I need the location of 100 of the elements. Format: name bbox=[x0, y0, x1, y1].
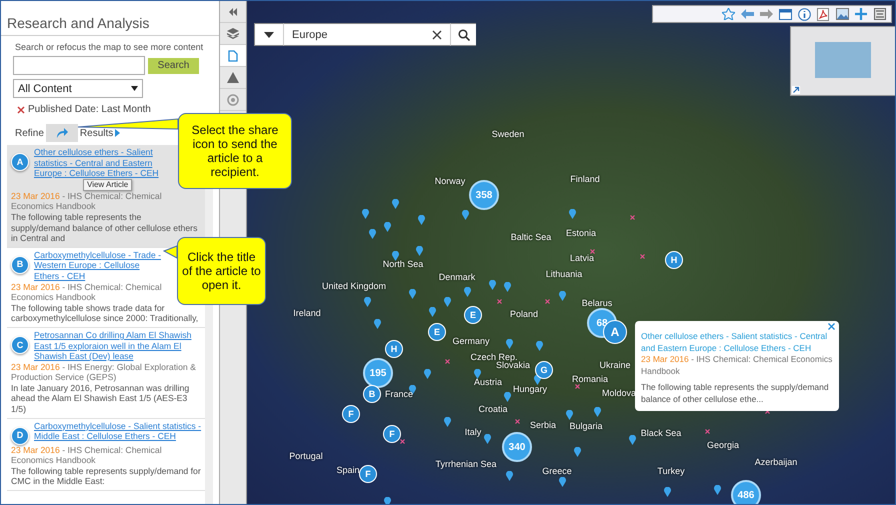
layers-icon bbox=[227, 28, 239, 39]
map-pin[interactable]: B bbox=[363, 385, 381, 403]
map-label: Czech Rep. bbox=[470, 352, 518, 362]
active-filter: Published Date: Last Month bbox=[28, 104, 151, 115]
map-label: Lithuania bbox=[546, 269, 582, 279]
target-icon bbox=[227, 94, 239, 106]
overview-button[interactable] bbox=[872, 6, 888, 22]
map-label: Croatia bbox=[478, 404, 508, 414]
article-source: 23 Mar 2016 - IHS Energy: Global Exploration & Production Service (GEPS) bbox=[11, 362, 197, 383]
close-button[interactable] bbox=[828, 323, 835, 330]
map-label: Baltic Sea bbox=[510, 232, 552, 242]
map-label: Slovakia bbox=[496, 360, 530, 370]
cross-mark-icon bbox=[704, 428, 710, 434]
cross-mark-icon bbox=[630, 214, 634, 220]
tooltip: View Article bbox=[83, 178, 132, 191]
remove-icon[interactable] bbox=[17, 106, 25, 114]
map-label: Romania bbox=[572, 374, 608, 384]
dropdown-button[interactable] bbox=[254, 23, 284, 46]
cross-mark-icon bbox=[444, 358, 450, 364]
clear-button[interactable] bbox=[424, 23, 450, 46]
map-label: Black Sea bbox=[640, 428, 682, 438]
panel-title: Research and Analysis bbox=[1, 15, 219, 36]
search-icon bbox=[458, 28, 470, 40]
document-icon bbox=[228, 50, 238, 62]
callout-pointer bbox=[163, 245, 178, 259]
add-button[interactable] bbox=[853, 6, 869, 22]
map-pin[interactable]: G bbox=[535, 361, 553, 379]
back-button[interactable] bbox=[739, 6, 755, 22]
share-icon bbox=[56, 128, 68, 138]
search-button[interactable] bbox=[450, 23, 476, 46]
overview-map[interactable] bbox=[790, 26, 895, 96]
search-input[interactable] bbox=[13, 56, 145, 75]
map-label: Norway bbox=[434, 176, 466, 186]
map-label: Spain bbox=[336, 465, 360, 475]
close-icon bbox=[828, 323, 835, 330]
letter-marker: D bbox=[11, 426, 29, 445]
dropdown-caret-icon bbox=[131, 86, 138, 91]
callout: Select the share icon to send the article to a recipient. bbox=[178, 113, 292, 189]
cross-mark-icon bbox=[544, 298, 550, 304]
popup-snippet: The following table represents the supply/demand balance of other cellulose ethe... bbox=[641, 382, 830, 405]
expand-icon[interactable] bbox=[792, 86, 800, 94]
map-pin[interactable]: F bbox=[383, 425, 401, 443]
location-search-field[interactable]: Europe bbox=[284, 23, 424, 46]
favorites-button[interactable] bbox=[720, 6, 736, 22]
side-tool-button[interactable] bbox=[220, 45, 246, 67]
search-hint: Search or refocus the map to see more content bbox=[14, 41, 204, 52]
map-pin[interactable]: F bbox=[359, 465, 377, 483]
warning-icon bbox=[227, 72, 239, 83]
collapse-icon bbox=[228, 8, 238, 16]
map-label: Poland bbox=[510, 309, 538, 319]
article-snippet: In late January 2016, Petrosannan was drilling ahead the Alam El Shawish East 1/5 (AES-E3 1/5) bbox=[11, 382, 190, 415]
map-pin[interactable]: F bbox=[342, 405, 360, 423]
caret-icon bbox=[264, 32, 274, 38]
cluster-marker[interactable]: 358 bbox=[469, 180, 499, 210]
star-icon bbox=[722, 8, 734, 20]
content-select[interactable]: All Content bbox=[13, 79, 143, 98]
article-source: 23 Mar 2016 - IHS Chemical: Chemical Economics Handbook bbox=[11, 282, 163, 303]
cross-mark-icon bbox=[514, 418, 520, 424]
pdf-button[interactable] bbox=[815, 6, 831, 22]
map-label: Germany bbox=[452, 336, 490, 346]
map-pin[interactable]: H bbox=[385, 340, 403, 358]
popup-title-link[interactable]: Other cellulose ethers - Salient statistics - Central and Eastern Europe : Cellulose Ethers - CEH bbox=[641, 331, 833, 354]
forward-button[interactable] bbox=[758, 6, 774, 22]
map-label: Ukraine bbox=[600, 360, 630, 370]
map-label: Greece bbox=[542, 466, 572, 476]
cross-mark-icon bbox=[400, 438, 404, 444]
cross-mark-icon bbox=[590, 248, 594, 254]
plus-icon bbox=[855, 8, 867, 20]
cluster-marker[interactable]: 486 bbox=[731, 480, 761, 504]
map-label: Denmark bbox=[438, 272, 476, 282]
map-pin[interactable]: E bbox=[428, 323, 446, 341]
map-label: United Kingdom bbox=[322, 281, 386, 291]
image-button[interactable] bbox=[834, 6, 850, 22]
map-label: Moldova bbox=[602, 388, 636, 398]
article-item[interactable] bbox=[7, 418, 205, 492]
article-source: 23 Mar 2016 - IHS Chemical: Chemical Economics Handbook bbox=[11, 190, 163, 212]
article-snippet: The following table represents supply/demand for CMC in the Middle East: bbox=[11, 466, 202, 488]
map-pin[interactable]: H bbox=[665, 251, 683, 269]
share-button[interactable] bbox=[46, 124, 78, 142]
map-pin[interactable]: E bbox=[464, 306, 482, 324]
cross-mark-icon bbox=[496, 298, 502, 304]
map-label: Italy bbox=[464, 427, 482, 437]
cross-mark-icon bbox=[640, 254, 644, 258]
letter-marker: A bbox=[11, 153, 29, 171]
info-button[interactable] bbox=[796, 6, 812, 22]
search-button[interactable]: Search bbox=[148, 58, 199, 74]
window-button[interactable] bbox=[777, 6, 793, 22]
map-label: Serbia bbox=[530, 420, 556, 430]
cluster-marker[interactable]: 195 bbox=[363, 358, 393, 388]
close-icon bbox=[432, 30, 442, 40]
article-source: 23 Mar 2016 - IHS Chemical: Chemical Economics Handbook bbox=[11, 444, 163, 466]
expand-arrow-icon[interactable] bbox=[115, 129, 120, 137]
article-title-link[interactable]: Other cellulose ethers - Salient statistics - Central and Eastern Europe : Cellulose Ethers - CEH bbox=[34, 147, 174, 179]
article-title-link[interactable]: Carboxymethylcellulose - Trade - Western Europe : Cellulose Ethers - CEH bbox=[34, 250, 162, 282]
article-title-link[interactable]: Petrosannan Co drilling Alam El Shawish East 1/5 exploraion well in the Alam El Shawish East (Dev) lease bbox=[34, 330, 202, 362]
map-label: Azerbaijan bbox=[754, 457, 798, 467]
cross-mark-icon bbox=[574, 384, 580, 388]
cluster-marker[interactable]: 340 bbox=[502, 432, 532, 462]
article-title-link[interactable]: Carboxymethylcellulose - Salient statistics - Middle East : Cellulose Ethers - CEH bbox=[34, 420, 202, 442]
map-label: Finland bbox=[570, 174, 600, 184]
